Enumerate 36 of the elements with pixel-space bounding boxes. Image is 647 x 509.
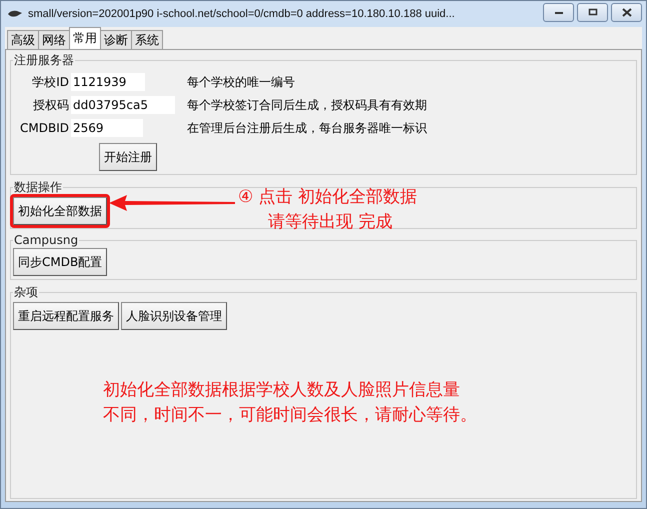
input-field[interactable]: dd03795ca5: [71, 96, 175, 114]
maximize-icon: [588, 8, 598, 16]
minimize-button[interactable]: [543, 2, 574, 22]
tab[interactable]: 常用: [69, 27, 101, 49]
close-icon: [622, 8, 632, 16]
input-field[interactable]: 1121939: [71, 73, 145, 91]
field-hint: 每个学校的唯一编号: [187, 74, 295, 90]
field-hint: 每个学校签订合同后生成，授权码具有有效期: [187, 96, 427, 114]
field-hint: 在管理后台注册后生成，每台服务器唯一标识: [187, 120, 427, 136]
annotation-text: ④ 点击 初始化全部数据: [238, 186, 418, 209]
close-button[interactable]: [611, 2, 642, 22]
window-title: small/version=202001p90 i-school.net/school=0/cmdb=0 address=10.180.10.188 uuid...: [28, 8, 456, 20]
field-label: 授权码: [32, 96, 70, 114]
note-text: 不同，时间不一，可能时间会很长，请耐心等待。: [103, 404, 478, 427]
group-title: 注册服务器: [13, 52, 75, 69]
field-label: 学校ID: [31, 74, 70, 90]
annotation-text: 请等待出现 完成: [267, 211, 394, 234]
tab[interactable]: 诊断: [100, 30, 132, 49]
group-title: Campusng: [13, 233, 80, 247]
note-text: 初始化全部数据根据学校人数及人脸照片信息量: [103, 379, 461, 402]
arrow-icon: [109, 195, 235, 211]
input-field[interactable]: 2569: [71, 119, 143, 137]
minimize-icon: [554, 9, 564, 15]
group-title: 杂项: [13, 284, 39, 301]
action-button[interactable]: 重启远程配置服务: [13, 302, 119, 330]
register-button[interactable]: 开始注册: [99, 143, 157, 171]
app-icon: [7, 9, 23, 19]
tab[interactable]: 网络: [38, 30, 70, 49]
group-title: 数据操作: [13, 179, 63, 196]
field-label: CMDBID: [19, 121, 70, 135]
tab[interactable]: 高级: [7, 30, 39, 49]
maximize-button[interactable]: [577, 2, 608, 22]
action-button[interactable]: 同步CMDB配置: [13, 248, 108, 276]
action-button[interactable]: 人脸识别设备管理: [121, 302, 227, 330]
tab[interactable]: 系统: [131, 30, 163, 49]
action-button[interactable]: 初始化全部数据: [13, 197, 107, 225]
